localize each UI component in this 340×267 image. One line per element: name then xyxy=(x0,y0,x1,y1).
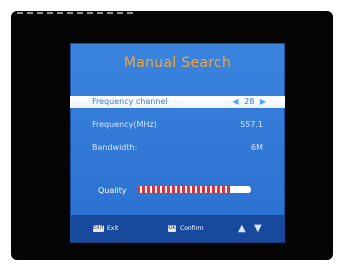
manual-search-dialog: Manual Search Frequency channel ◀ 28 ▶ F… xyxy=(70,43,285,243)
page-title: Manual Search xyxy=(123,55,232,71)
right-arrow-icon[interactable]: ▶ xyxy=(260,97,266,106)
field-label: Bandwidth: xyxy=(92,143,138,152)
field-label: Frequency(MHz) xyxy=(92,120,157,129)
up-down-arrows-icon: ▲ xyxy=(238,223,246,234)
left-right-arrows-icon: ▼ xyxy=(254,223,262,234)
help-bar: EXIT Exit OK Confirm ▲ ▼ xyxy=(70,215,285,243)
quality-bar xyxy=(137,186,251,193)
field-value: 6M xyxy=(251,143,263,152)
quality-label: Quality xyxy=(98,186,127,195)
field-bandwidth[interactable]: Bandwidth: 6M xyxy=(70,142,285,154)
field-frequency-mhz[interactable]: Frequency(MHz) 557.1 xyxy=(70,119,285,131)
confirm-key-icon: OK xyxy=(168,225,176,232)
field-value: 557.1 xyxy=(240,120,263,129)
left-arrow-icon[interactable]: ◀ xyxy=(232,97,238,106)
exit-key-icon: EXIT xyxy=(93,225,105,232)
field-value: ◀ 28 ▶ xyxy=(229,97,269,106)
field-frequency-channel[interactable]: Frequency channel ◀ 28 ▶ xyxy=(70,96,285,108)
quality-bar-fill xyxy=(137,186,231,193)
top-status-strip xyxy=(17,12,137,14)
channel-value: 28 xyxy=(244,97,255,106)
confirm-label: Confirm xyxy=(180,225,204,232)
exit-label: Exit xyxy=(107,225,119,232)
field-label: Frequency channel xyxy=(92,97,168,106)
